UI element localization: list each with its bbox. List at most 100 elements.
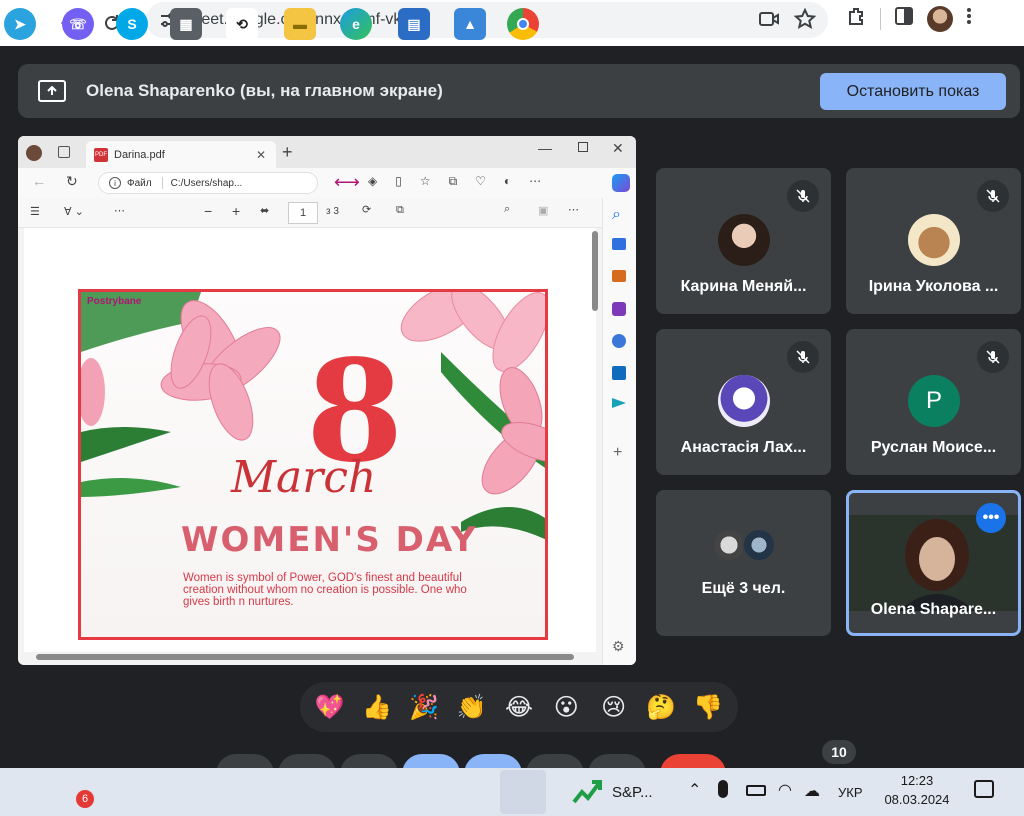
more-tools-icon[interactable]: ⋯ <box>114 204 125 217</box>
reaction-thumbs-up[interactable]: 👍 <box>359 689 395 725</box>
taskbar-active-indicator <box>500 770 546 814</box>
sidebar-games-icon[interactable] <box>612 302 626 316</box>
reaction-thumbs-down[interactable]: 👎 <box>690 689 726 725</box>
menu-kebab-icon[interactable] <box>965 5 973 32</box>
pdf-more-icon[interactable]: ⋯ <box>568 203 579 216</box>
edge-tab-strip: PDF Darina.pdf ✕ + — ✕ <box>18 136 636 168</box>
taskbar-clock[interactable]: 12:23 08.03.2024 <box>876 771 958 809</box>
profile-avatar[interactable] <box>927 5 953 32</box>
edge-back-icon[interactable]: ← <box>32 173 46 189</box>
telegram-icon[interactable]: ➤ <box>4 8 36 40</box>
pdf-search-icon[interactable]: ⌕ <box>504 203 510 216</box>
reaction-clapping[interactable]: 👏 <box>454 689 490 725</box>
bookmark-star-icon[interactable] <box>793 7 817 35</box>
card-body-text: Women is symbol of Power, GOD's finest a… <box>183 572 467 609</box>
tab-actions-icon[interactable] <box>58 146 70 158</box>
tab-close-icon[interactable]: ✕ <box>256 148 266 162</box>
camera-icon[interactable] <box>758 8 780 35</box>
participant-tile-self[interactable]: ••• Olena Shapare... <box>846 490 1021 636</box>
participant-tile-1[interactable]: Карина Меняй... <box>656 168 831 314</box>
zoom-out-icon[interactable]: − <box>204 203 212 219</box>
participant-name: Ірина Уколова ... <box>868 278 999 295</box>
sidebar-search-icon[interactable]: ⌕ <box>612 206 621 224</box>
participant-tile-4[interactable]: P Руслан Моисе... <box>846 329 1021 475</box>
participant-tile-2[interactable]: Ірина Уколова ... <box>846 168 1021 314</box>
reaction-crying[interactable]: 😢 <box>596 689 632 725</box>
reaction-party-popper[interactable]: 🎉 <box>406 689 442 725</box>
stock-widget-label[interactable]: S&P... <box>612 784 653 801</box>
womens-day-card: Postrybane 8 March WOMEN'S DAY Women is … <box>78 289 548 640</box>
sync-app-icon[interactable]: ⟲ <box>226 8 258 40</box>
sidebar-send-icon[interactable] <box>612 398 626 408</box>
edge-address-bar[interactable]: i Файл C:/Users/shap... <box>98 172 318 194</box>
microphone-tray-icon[interactable] <box>718 780 728 798</box>
extensions-icon[interactable] <box>846 5 868 32</box>
language-indicator[interactable]: УКР <box>838 785 863 800</box>
tab-darina-pdf[interactable]: PDF Darina.pdf ✕ <box>86 141 276 168</box>
stock-widget-icon[interactable] <box>572 778 602 806</box>
draw-icon[interactable]: ∀ ⌄ <box>64 205 84 218</box>
sidebar-outlook-icon[interactable] <box>612 366 626 380</box>
page-view-icon[interactable]: ⧉ <box>396 204 404 217</box>
resize-cursor-icon: ⟷ <box>334 172 360 192</box>
maximize-icon[interactable] <box>578 142 588 152</box>
page-total: з 3 <box>326 206 339 217</box>
card-headline: WOMEN'S DAY <box>181 520 478 560</box>
mic-off-icon <box>977 180 1009 212</box>
sidebar-tools-icon[interactable] <box>612 270 626 282</box>
more-options-button[interactable]: ••• <box>976 503 1006 533</box>
battery-icon[interactable] <box>746 785 766 796</box>
sidebar-settings-icon[interactable]: ⚙ <box>612 638 625 655</box>
card-month: March <box>231 452 377 503</box>
minimize-icon[interactable]: — <box>538 140 552 156</box>
edge-toolbar-icons[interactable]: ◈▯☆⧉♡◐⋯ <box>368 174 559 189</box>
address-path: C:/Users/shap... <box>170 177 243 189</box>
reactions-bar: 💖 👍 🎉 👏 😂 😮 😢 🤔 👎 <box>300 682 738 732</box>
photos-icon[interactable]: ▲ <box>454 8 486 40</box>
mic-off-icon <box>787 341 819 373</box>
notifications-icon[interactable] <box>974 780 994 798</box>
participant-tile-3[interactable]: Анастасія Лах... <box>656 329 831 475</box>
chrome-center-icon <box>517 18 529 30</box>
sidebar-tag-icon[interactable] <box>612 238 626 250</box>
reaction-laughing[interactable]: 😂 <box>501 689 537 725</box>
zoom-in-icon[interactable]: + <box>232 203 240 219</box>
reaction-thinking[interactable]: 🤔 <box>643 689 679 725</box>
edge-reload-icon[interactable]: ↻ <box>66 173 78 190</box>
stop-presenting-button[interactable]: Остановить показ <box>820 73 1006 110</box>
edge-profile-avatar[interactable] <box>26 145 42 161</box>
edge-icon[interactable]: e <box>340 8 372 40</box>
onedrive-icon[interactable]: ☁ <box>804 781 820 801</box>
skype-icon[interactable]: S <box>116 8 148 40</box>
sidebar-m365-icon[interactable] <box>612 334 626 348</box>
rotate-icon[interactable]: ⟳ <box>362 203 371 216</box>
contents-icon[interactable]: ☰ <box>30 205 40 218</box>
horizontal-scrollbar[interactable] <box>36 654 574 660</box>
reaction-surprised[interactable]: 😮 <box>548 689 584 725</box>
participant-count-badge[interactable]: 10 <box>822 740 856 764</box>
window-close-icon[interactable]: ✕ <box>612 140 624 157</box>
file-explorer-icon[interactable]: ▬ <box>284 8 316 40</box>
participant-name: Анастасія Лах... <box>680 439 807 456</box>
viber-icon[interactable]: ☏ <box>62 8 94 40</box>
page-number-field[interactable]: 1 <box>288 202 318 224</box>
edge-toolbar: ← ↻ i Файл C:/Users/shap... ⟷ ◈▯☆⧉♡◐⋯ <box>18 168 636 198</box>
chrome-icon[interactable] <box>507 8 539 40</box>
fit-page-icon[interactable]: ⬌ <box>260 204 269 217</box>
presenter-title: Olena Shaparenko (вы, на главном экране) <box>86 81 443 100</box>
participant-tile-more[interactable]: Ещё 3 чел. <box>656 490 831 636</box>
stacked-avatar-1 <box>712 528 746 562</box>
tray-overflow-icon[interactable]: ⌃ <box>688 780 701 800</box>
wifi-icon[interactable]: ◠ <box>778 780 792 800</box>
calculator-icon[interactable]: ▦ <box>170 8 202 40</box>
mic-off-icon <box>977 341 1009 373</box>
reaction-sparkling-heart[interactable]: 💖 <box>312 689 348 725</box>
participant-initial-avatar: P <box>908 375 960 427</box>
copilot-icon[interactable] <box>612 174 630 192</box>
vertical-scrollbar[interactable] <box>592 231 598 311</box>
sidebar-add-icon[interactable]: + <box>613 444 622 462</box>
wordpad-icon[interactable]: ▤ <box>398 8 430 40</box>
save-icon[interactable]: ▣ <box>538 204 548 217</box>
new-tab-icon[interactable]: + <box>282 142 293 163</box>
side-panel-icon[interactable] <box>893 5 915 32</box>
